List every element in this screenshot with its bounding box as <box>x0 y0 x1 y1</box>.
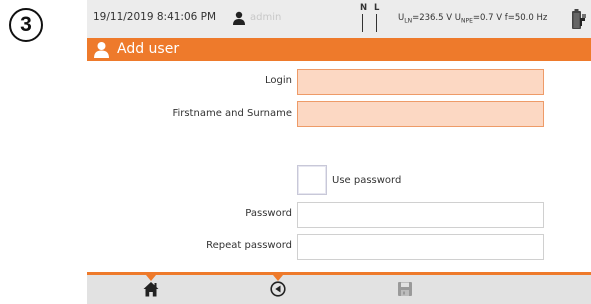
repeat-password-field[interactable] <box>297 234 544 260</box>
username-label: admin <box>250 12 282 23</box>
datetime-label: 19/11/2019 8:41:06 PM <box>93 11 217 23</box>
user-icon <box>94 42 109 58</box>
line-bar <box>376 14 377 32</box>
device-screen: 19/11/2019 8:41:06 PM admin N L ULN=236.… <box>87 0 591 304</box>
title-bar: Add user <box>87 38 591 61</box>
name-field[interactable] <box>297 101 544 127</box>
status-bar: 19/11/2019 8:41:06 PM admin N L ULN=236.… <box>87 0 591 38</box>
line-label: L <box>374 3 380 13</box>
save-icon <box>398 282 412 296</box>
back-button[interactable] <box>263 281 293 301</box>
neutral-label: N <box>360 3 368 13</box>
use-password-checkbox[interactable] <box>297 165 327 195</box>
save-button[interactable] <box>390 281 420 301</box>
back-icon <box>270 281 286 297</box>
voltage-readout: ULN=236.5 V UNPE=0.7 V f=50.0 Hz <box>398 13 548 25</box>
repeat-password-label: Repeat password <box>206 240 292 251</box>
step-number-badge: 3 <box>9 8 43 42</box>
password-label: Password <box>245 208 292 219</box>
user-icon <box>233 11 245 25</box>
use-password-label: Use password <box>332 175 402 186</box>
name-label: Firstname and Surname <box>172 108 292 119</box>
login-label: Login <box>265 75 292 86</box>
neutral-bar <box>362 14 363 32</box>
home-button[interactable] <box>136 281 166 301</box>
login-field[interactable] <box>297 69 544 95</box>
page-title: Add user <box>117 41 180 57</box>
home-icon <box>143 282 159 297</box>
password-field[interactable] <box>297 202 544 228</box>
battery-charging-icon <box>572 9 586 29</box>
